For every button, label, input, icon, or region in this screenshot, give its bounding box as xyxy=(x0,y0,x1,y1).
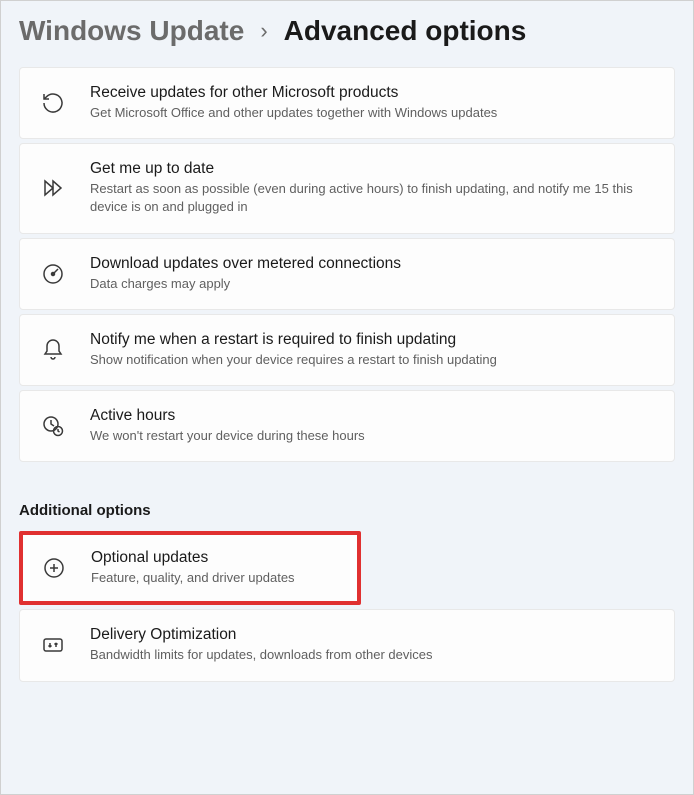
setting-delivery-optimization[interactable]: Delivery Optimization Bandwidth limits f… xyxy=(19,609,675,681)
setting-desc: Data charges may apply xyxy=(90,275,401,293)
chevron-right-icon: › xyxy=(260,18,267,44)
setting-title: Receive updates for other Microsoft prod… xyxy=(90,84,497,102)
setting-title: Delivery Optimization xyxy=(90,626,433,644)
setting-metered[interactable]: Download updates over metered connection… xyxy=(19,238,675,310)
setting-desc: Bandwidth limits for updates, downloads … xyxy=(90,646,433,664)
setting-desc: We won't restart your device during thes… xyxy=(90,427,365,445)
gauge-icon xyxy=(40,261,66,287)
setting-title: Optional updates xyxy=(91,549,295,567)
history-icon xyxy=(40,90,66,116)
setting-receive-updates[interactable]: Receive updates for other Microsoft prod… xyxy=(19,67,675,139)
setting-title: Notify me when a restart is required to … xyxy=(90,331,497,349)
settings-list: Receive updates for other Microsoft prod… xyxy=(1,67,693,462)
additional-list: Optional updates Feature, quality, and d… xyxy=(1,531,693,681)
setting-active-hours[interactable]: Active hours We won't restart your devic… xyxy=(19,390,675,462)
page-title: Advanced options xyxy=(284,15,527,47)
setting-title: Active hours xyxy=(90,407,365,425)
bell-icon xyxy=(40,337,66,363)
plus-circle-icon xyxy=(41,555,67,581)
breadcrumb: Windows Update › Advanced options xyxy=(1,1,693,67)
section-header-additional: Additional options xyxy=(1,466,693,531)
setting-title: Download updates over metered connection… xyxy=(90,255,401,273)
breadcrumb-parent[interactable]: Windows Update xyxy=(19,15,244,47)
fast-forward-icon xyxy=(40,175,66,201)
setting-desc: Feature, quality, and driver updates xyxy=(91,569,295,587)
setting-desc: Restart as soon as possible (even during… xyxy=(90,180,654,216)
setting-up-to-date[interactable]: Get me up to date Restart as soon as pos… xyxy=(19,143,675,233)
clock-gear-icon xyxy=(40,413,66,439)
setting-desc: Get Microsoft Office and other updates t… xyxy=(90,104,497,122)
setting-title: Get me up to date xyxy=(90,160,654,178)
setting-desc: Show notification when your device requi… xyxy=(90,351,497,369)
download-device-icon xyxy=(40,632,66,658)
setting-notify-restart[interactable]: Notify me when a restart is required to … xyxy=(19,314,675,386)
setting-optional-updates[interactable]: Optional updates Feature, quality, and d… xyxy=(19,531,361,605)
